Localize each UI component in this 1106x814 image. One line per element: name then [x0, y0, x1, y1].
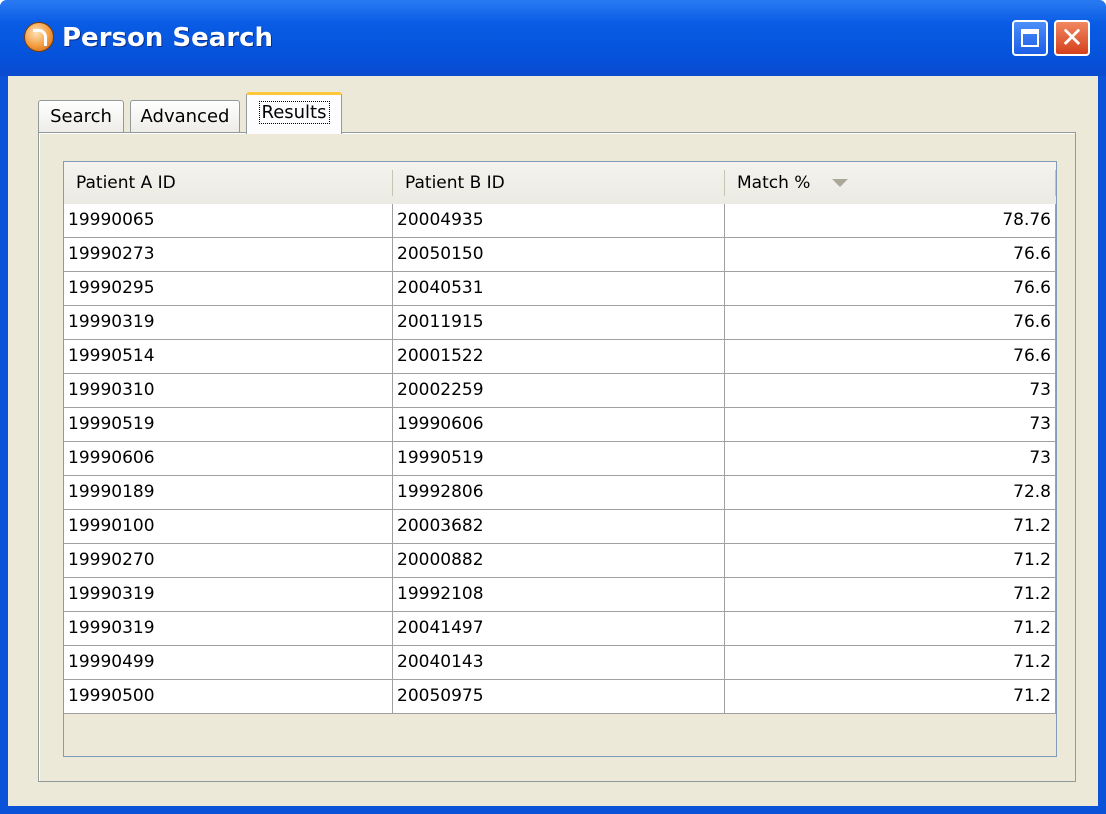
match-percent-cell[interactable]: 76.6 — [725, 306, 1056, 340]
match-percent-cell[interactable]: 71.2 — [725, 646, 1056, 680]
match-percent-cell[interactable]: 71.2 — [725, 510, 1056, 544]
patient-a-cell[interactable]: 19990189 — [64, 476, 393, 510]
column-header-label: Patient A ID — [76, 173, 176, 193]
patient-a-cell[interactable]: 19990514 — [64, 340, 393, 374]
table-row[interactable]: 19990606 19990519 73 — [64, 442, 1056, 476]
table-row[interactable]: 19990273 20050150 76.6 — [64, 238, 1056, 272]
patient-a-cell[interactable]: 19990310 — [64, 374, 393, 408]
patient-a-cell[interactable]: 19990100 — [64, 510, 393, 544]
match-percent-cell[interactable]: 73 — [725, 374, 1056, 408]
table-row[interactable]: 19990310 20002259 73 — [64, 374, 1056, 408]
table-row[interactable]: 19990319 19992108 71.2 — [64, 578, 1056, 612]
patient-a-cell[interactable]: 19990270 — [64, 544, 393, 578]
patient-a-cell[interactable]: 19990295 — [64, 272, 393, 306]
column-header-match[interactable]: Match % — [725, 162, 1056, 204]
column-header-patient-b[interactable]: Patient B ID — [393, 162, 725, 204]
table-row[interactable]: 19990270 20000882 71.2 — [64, 544, 1056, 578]
patient-b-cell[interactable]: 20003682 — [393, 510, 725, 544]
patient-b-cell[interactable]: 19990606 — [393, 408, 725, 442]
title-bar[interactable]: Person Search ✕ — [0, 0, 1106, 76]
column-divider[interactable] — [1055, 170, 1056, 196]
patient-b-cell[interactable]: 19992806 — [393, 476, 725, 510]
match-percent-cell[interactable]: 76.6 — [725, 340, 1056, 374]
patient-a-cell[interactable]: 19990319 — [64, 578, 393, 612]
sort-descending-icon — [831, 179, 848, 187]
person-search-window: Person Search ✕ Search Advanced Results … — [0, 0, 1106, 814]
patient-a-cell[interactable]: 19990519 — [64, 408, 393, 442]
window-title: Person Search — [62, 23, 274, 53]
patient-b-cell[interactable]: 20050150 — [393, 238, 725, 272]
app-logo-icon — [24, 22, 54, 52]
results-panel: Patient A ID Patient B ID Match % 199900… — [38, 132, 1076, 782]
patient-b-cell[interactable]: 20001522 — [393, 340, 725, 374]
patient-a-cell[interactable]: 19990500 — [64, 680, 393, 714]
table-row[interactable]: 19990499 20040143 71.2 — [64, 646, 1056, 680]
table-row[interactable]: 19990189 19992806 72.8 — [64, 476, 1056, 510]
table-row[interactable]: 19990065 20004935 78.76 — [64, 204, 1056, 238]
close-icon: ✕ — [1060, 21, 1084, 54]
match-percent-cell[interactable]: 71.2 — [725, 544, 1056, 578]
match-percent-cell[interactable]: 76.6 — [725, 238, 1056, 272]
table-row[interactable]: 19990295 20040531 76.6 — [64, 272, 1056, 306]
tab-search[interactable]: Search — [38, 100, 124, 134]
patient-b-cell[interactable]: 20011915 — [393, 306, 725, 340]
column-header-patient-a[interactable]: Patient A ID — [64, 162, 393, 204]
match-percent-cell[interactable]: 71.2 — [725, 612, 1056, 646]
table-row[interactable]: 19990519 19990606 73 — [64, 408, 1056, 442]
patient-a-cell[interactable]: 19990606 — [64, 442, 393, 476]
match-percent-cell[interactable]: 71.2 — [725, 680, 1056, 714]
results-table: Patient A ID Patient B ID Match % 199900… — [63, 161, 1057, 757]
column-header-label: Match % — [737, 173, 811, 193]
patient-b-cell[interactable]: 20000882 — [393, 544, 725, 578]
table-header: Patient A ID Patient B ID Match % — [64, 162, 1056, 205]
maximize-button[interactable] — [1012, 20, 1048, 56]
patient-b-cell[interactable]: 20040531 — [393, 272, 725, 306]
patient-b-cell[interactable]: 20050975 — [393, 680, 725, 714]
table-row[interactable]: 19990500 20050975 71.2 — [64, 680, 1056, 714]
patient-b-cell[interactable]: 20004935 — [393, 204, 725, 238]
patient-b-cell[interactable]: 19992108 — [393, 578, 725, 612]
close-button[interactable]: ✕ — [1054, 20, 1090, 56]
table-row[interactable]: 19990100 20003682 71.2 — [64, 510, 1056, 544]
table-row[interactable]: 19990319 20011915 76.6 — [64, 306, 1056, 340]
patient-b-cell[interactable]: 20040143 — [393, 646, 725, 680]
tab-advanced[interactable]: Advanced — [130, 100, 240, 134]
patient-b-cell[interactable]: 20002259 — [393, 374, 725, 408]
match-percent-cell[interactable]: 73 — [725, 408, 1056, 442]
column-header-label: Patient B ID — [405, 173, 505, 193]
table-row[interactable]: 19990514 20001522 76.6 — [64, 340, 1056, 374]
match-percent-cell[interactable]: 73 — [725, 442, 1056, 476]
maximize-icon — [1021, 29, 1039, 47]
patient-a-cell[interactable]: 19990065 — [64, 204, 393, 238]
match-percent-cell[interactable]: 72.8 — [725, 476, 1056, 510]
tab-results-label: Results — [258, 101, 330, 124]
patient-b-cell[interactable]: 19990519 — [393, 442, 725, 476]
patient-b-cell[interactable]: 20041497 — [393, 612, 725, 646]
patient-a-cell[interactable]: 19990319 — [64, 306, 393, 340]
patient-a-cell[interactable]: 19990319 — [64, 612, 393, 646]
table-row[interactable]: 19990319 20041497 71.2 — [64, 612, 1056, 646]
patient-a-cell[interactable]: 19990273 — [64, 238, 393, 272]
match-percent-cell[interactable]: 71.2 — [725, 578, 1056, 612]
window-client-area: Search Advanced Results Patient A ID Pat… — [8, 76, 1098, 806]
patient-a-cell[interactable]: 19990499 — [64, 646, 393, 680]
match-percent-cell[interactable]: 78.76 — [725, 204, 1056, 238]
tab-results[interactable]: Results — [246, 92, 342, 134]
match-percent-cell[interactable]: 76.6 — [725, 272, 1056, 306]
table-body: 19990065 20004935 78.76 19990273 20050150 76.… — [64, 204, 1056, 714]
